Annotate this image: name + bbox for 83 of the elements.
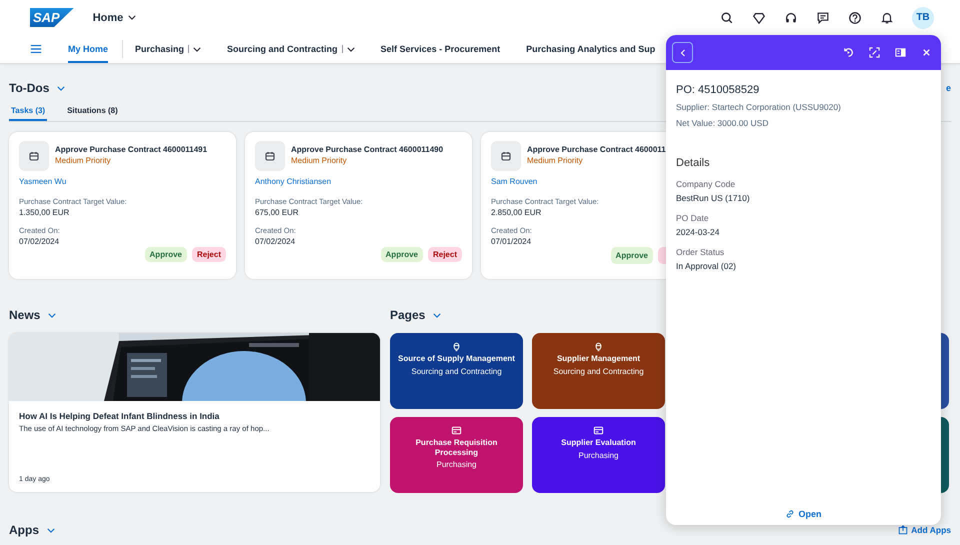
field-value: 07/02/2024 [19, 237, 60, 246]
upload-icon [898, 525, 908, 535]
person-icon [451, 341, 462, 352]
tile-title: Purchase Requisition Processing [414, 438, 498, 458]
task-title: Approve Purchase Contract 4600011490 [291, 145, 444, 154]
nav-tab[interactable]: My Home [68, 35, 108, 63]
task-title: Approve Purchase Contract 4600011 [527, 145, 666, 154]
diamond-icon[interactable] [752, 10, 766, 24]
section-title: Apps [9, 523, 39, 537]
news-headline[interactable]: How AI Is Helping Defeat Infant Blindness in India [19, 411, 370, 421]
menu-icon[interactable] [30, 43, 42, 55]
calendar-icon [19, 141, 49, 171]
approve-button[interactable]: Approve [144, 247, 187, 262]
tile-subtitle: Sourcing and Contracting [553, 366, 644, 376]
chevron-down-icon [193, 46, 202, 52]
close-icon[interactable] [921, 47, 932, 58]
reject-button[interactable]: Reject [192, 247, 226, 262]
priority-label: Medium Priority [527, 156, 584, 165]
calendar-icon [491, 141, 521, 171]
nav-tab[interactable]: Self Services - Procurement [380, 35, 500, 63]
chevron-down-icon[interactable] [47, 528, 55, 532]
section-title: Details [676, 157, 711, 169]
calendar-icon [255, 141, 285, 171]
tile-subtitle: Sourcing and Contracting [411, 366, 502, 376]
chevron-left-icon [680, 48, 686, 56]
bell-icon[interactable] [880, 10, 894, 24]
back-button[interactable] [672, 42, 693, 63]
po-info: Net Value: 3000.00 USD [676, 118, 770, 128]
chevron-down-icon[interactable] [57, 86, 66, 90]
refresh-icon[interactable] [843, 47, 854, 58]
po-title: PO: 4510058529 [676, 84, 760, 96]
home-menu[interactable]: Home [92, 12, 136, 24]
chat-icon[interactable] [816, 10, 830, 24]
tile-subtitle: Purchasing [578, 450, 619, 460]
priority-label: Medium Priority [291, 156, 348, 165]
reject-button[interactable]: Reject [428, 247, 462, 262]
add-apps-button[interactable]: Add Apps [898, 525, 951, 535]
open-link[interactable]: Open [785, 509, 822, 519]
field-value: 1.350,00 EUR [19, 208, 70, 217]
headset-icon[interactable] [784, 10, 798, 24]
section-title: Pages [390, 308, 426, 322]
field-value: 2.850,00 EUR [491, 208, 542, 217]
nav-tab[interactable]: Purchasing Analytics and Sup [526, 35, 656, 63]
help-icon[interactable] [848, 10, 862, 24]
link-icon [785, 509, 796, 519]
approve-button[interactable]: Approve [380, 247, 423, 262]
po-info: Supplier: Startech Corporation (USSU9020) [676, 102, 842, 112]
card-icon [451, 425, 462, 436]
priority-label: Medium Priority [55, 156, 112, 165]
person-link[interactable]: Yasmeen Wu [19, 177, 226, 186]
tile-title: Supplier Evaluation [560, 438, 637, 448]
person-link[interactable]: Anthony Christiansen [255, 177, 462, 186]
chevron-down-icon[interactable] [433, 312, 442, 318]
tile-title: Supplier Management [556, 354, 642, 364]
field-value: 07/02/2024 [255, 237, 296, 246]
page-tile[interactable]: Purchase Requisition Processing Purchasing [390, 417, 523, 493]
page-tile[interactable]: Source of Supply Management Sourcing and Contracting [390, 333, 523, 409]
task-title: Approve Purchase Contract 4600011491 [55, 145, 208, 154]
chevron-down-icon [128, 15, 136, 20]
tile-title: Source of Supply Management [397, 354, 516, 364]
field-value: 675,00 EUR [255, 208, 300, 217]
user-avatar[interactable]: TB [912, 6, 934, 28]
chevron-down-icon[interactable] [48, 312, 56, 318]
search-icon[interactable] [720, 10, 734, 24]
page-tile[interactable]: Supplier Management Sourcing and Contracting [532, 333, 665, 409]
field-value: 07/01/2024 [491, 237, 532, 246]
chevron-down-icon [346, 46, 355, 52]
page-tile[interactable]: Supplier Evaluation Purchasing [532, 417, 665, 493]
expand-icon[interactable] [869, 47, 880, 58]
person-icon [593, 341, 604, 352]
tab[interactable]: Situations (8) [65, 101, 120, 121]
card-icon [593, 425, 604, 436]
view-link[interactable]: e [946, 83, 951, 93]
approve-button[interactable]: Approve [610, 247, 653, 264]
tab[interactable]: Tasks (3) [9, 101, 48, 121]
side-panel-icon[interactable] [895, 47, 906, 58]
field-label: PO Date [676, 213, 710, 223]
sap-logo[interactable]: SAP [30, 8, 74, 27]
section-title: To-Dos [9, 81, 50, 95]
nav-tab[interactable]: Purchasing [135, 35, 202, 63]
section-title: News [9, 308, 40, 322]
nav-tab[interactable]: Sourcing and Contracting [227, 35, 355, 63]
tile-subtitle: Purchasing [436, 460, 477, 470]
